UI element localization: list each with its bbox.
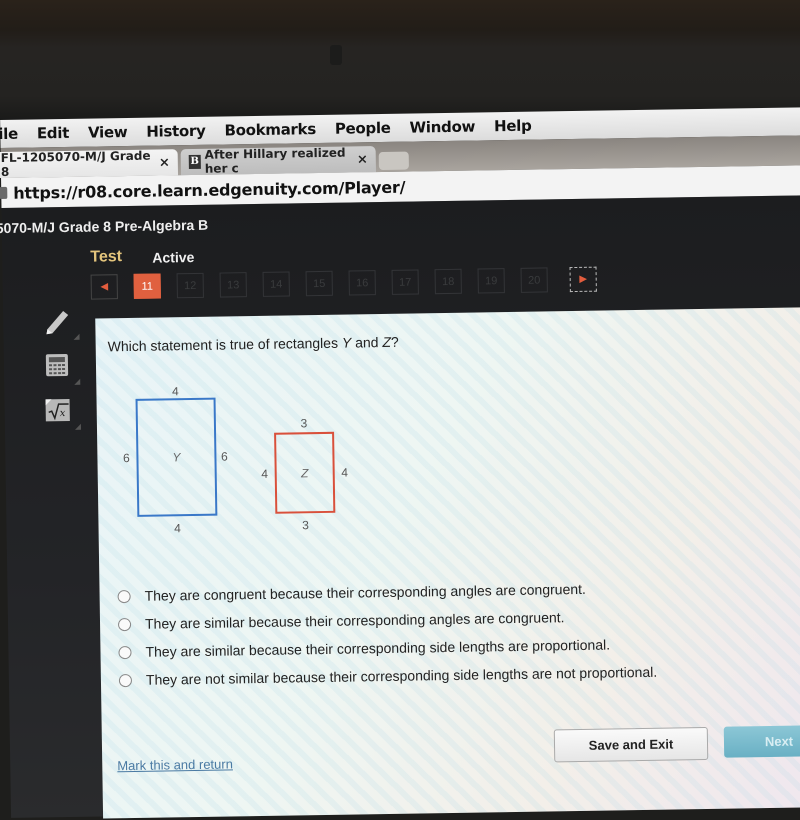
rect-y-right-label: 6 <box>221 449 228 463</box>
sqrt-icon: x <box>45 398 70 421</box>
radio-button[interactable] <box>118 673 133 687</box>
question-number[interactable]: 17 <box>391 269 419 295</box>
mark-and-return-link[interactable]: Mark this and return <box>117 756 233 773</box>
question-and: and <box>351 334 383 351</box>
expand-corner <box>74 423 82 430</box>
question-var-y: Y <box>341 334 352 351</box>
mode-label: Test <box>90 248 123 266</box>
expand-corner <box>73 333 80 340</box>
question-number[interactable]: 19 <box>477 268 505 294</box>
question-number-current[interactable]: 11 <box>133 273 161 299</box>
rect-z-top-label: 3 <box>300 416 307 430</box>
favicon-icon: B <box>188 154 201 170</box>
menu-edit[interactable]: Edit <box>37 124 69 143</box>
rect-z-right-label: 4 <box>341 466 348 480</box>
rect-y-top-label: 4 <box>172 384 179 398</box>
bezel-detail <box>330 45 342 65</box>
close-icon[interactable]: × <box>159 155 170 170</box>
lock-icon <box>0 186 8 200</box>
tab-title: After Hillary realized her c <box>204 145 346 176</box>
question-text: Which statement is true of rectangles Y … <box>108 334 399 355</box>
question-number[interactable]: 18 <box>434 268 462 295</box>
tool-palette: x <box>31 297 91 433</box>
tab-course[interactable]: FL-1205070-M/J Grade 8 × <box>0 148 179 179</box>
rect-y-bottom-label: 4 <box>174 521 181 535</box>
screen: ile Edit View History Bookmarks People W… <box>0 99 800 819</box>
question-nav: ◀ 11 12 13 14 15 16 17 18 19 20 ▶ <box>90 266 613 300</box>
pencil-icon <box>46 310 69 334</box>
menu-people[interactable]: People <box>335 119 391 138</box>
radio-button[interactable] <box>117 589 131 603</box>
menu-view[interactable]: View <box>88 123 128 142</box>
next-question-button[interactable]: ▶ <box>569 266 597 293</box>
question-prefix: Which statement is true of rectangles <box>107 334 343 355</box>
formula-tool[interactable]: x <box>32 387 83 433</box>
rect-z-left-label: 4 <box>261 467 268 481</box>
menu-window[interactable]: Window <box>409 118 475 137</box>
new-tab-button[interactable] <box>378 151 409 171</box>
question-number[interactable]: 20 <box>520 267 548 293</box>
rect-z-bottom-label: 3 <box>302 518 309 532</box>
menu-file[interactable]: ile <box>0 125 18 143</box>
answer-text: They are similar because their correspon… <box>144 609 565 632</box>
tab-title: FL-1205070-M/J Grade 8 <box>0 148 151 179</box>
caret-left-icon: ◀ <box>100 281 109 293</box>
expand-corner <box>74 378 81 385</box>
rectangles-figure: 4 4 6 6 Y 3 3 4 4 Z <box>123 384 348 535</box>
radio-button[interactable] <box>118 645 132 659</box>
svg-text:x: x <box>60 408 66 419</box>
pencil-tool[interactable] <box>31 297 82 343</box>
question-number[interactable]: 12 <box>176 272 204 299</box>
answer-text: They are similar because their correspon… <box>145 636 611 660</box>
calculator-icon <box>45 353 69 376</box>
radio-button[interactable] <box>117 617 132 631</box>
question-number[interactable]: 13 <box>219 272 247 298</box>
answer-choices: They are congruent because their corresp… <box>117 574 657 694</box>
answer-text: They are not similar because their corre… <box>145 663 658 688</box>
question-number[interactable]: 14 <box>262 271 290 297</box>
caret-right-icon: ▶ <box>579 273 588 285</box>
question-number[interactable]: 16 <box>348 270 376 296</box>
question-number[interactable]: 15 <box>305 270 333 297</box>
edgenuity-player: 5070-M/J Grade 8 Pre-Algebra B Test Acti… <box>0 195 800 819</box>
next-button[interactable]: Next <box>723 724 800 758</box>
url-text[interactable]: https://r08.core.learn.edgenuity.com/Pla… <box>13 177 405 202</box>
menu-history[interactable]: History <box>146 122 205 141</box>
calculator-tool[interactable] <box>32 342 83 388</box>
prev-question-button[interactable]: ◀ <box>90 274 118 300</box>
rect-z-name: Z <box>300 466 309 480</box>
question-suffix: ? <box>390 333 399 350</box>
answer-text: They are congruent because their corresp… <box>144 580 586 604</box>
tab-article[interactable]: B After Hillary realized her c × <box>180 145 376 176</box>
menu-help[interactable]: Help <box>494 117 532 136</box>
menu-bookmarks[interactable]: Bookmarks <box>224 120 316 139</box>
rect-y-left-label: 6 <box>123 451 130 465</box>
save-and-exit-button[interactable]: Save and Exit <box>553 726 709 763</box>
rect-y-name: Y <box>172 450 181 464</box>
course-title: 5070-M/J Grade 8 Pre-Algebra B <box>0 216 209 237</box>
question-panel: Which statement is true of rectangles Y … <box>95 306 800 819</box>
close-icon[interactable]: × <box>357 152 368 167</box>
status-label: Active <box>152 248 195 266</box>
